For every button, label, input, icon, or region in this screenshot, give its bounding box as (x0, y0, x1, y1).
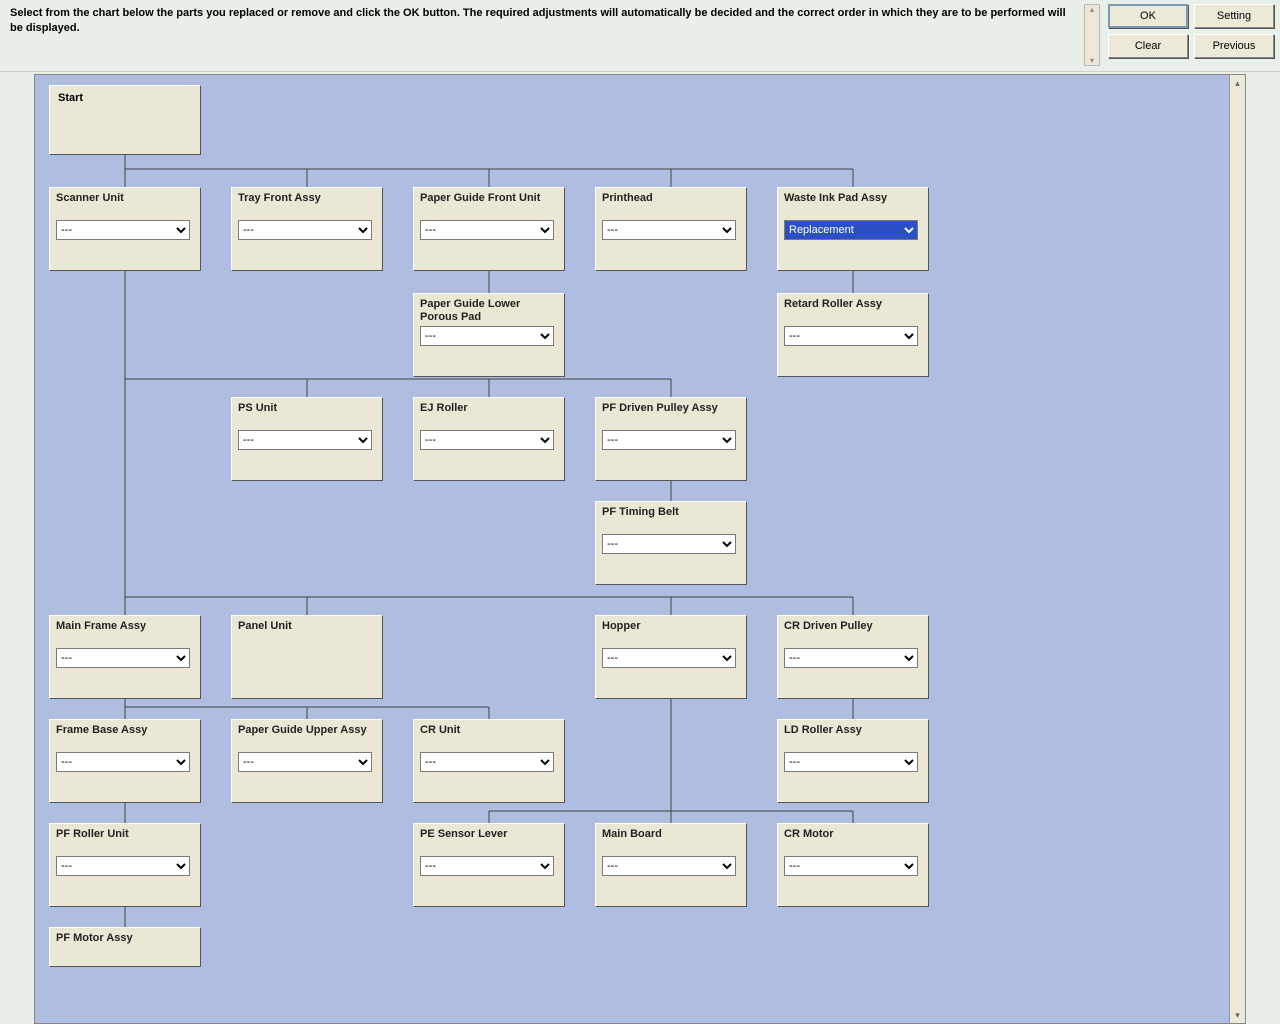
node-select[interactable]: --- (602, 430, 736, 450)
node-label: Paper Guide Lower Porous Pad (420, 298, 558, 326)
clear-button[interactable]: Clear (1108, 34, 1188, 58)
flowchart-canvas: Start Scanner Unit --- Tray Front Assy -… (34, 74, 1246, 1024)
node-label: Paper Guide Front Unit (420, 192, 558, 220)
node-select[interactable]: --- (602, 534, 736, 554)
button-row-top: OK Setting (1108, 4, 1274, 28)
node-panel-unit[interactable]: Panel Unit (231, 615, 383, 699)
setting-button[interactable]: Setting (1194, 4, 1274, 28)
node-label: PF Timing Belt (602, 506, 740, 534)
node-select[interactable]: --- (784, 752, 918, 772)
node-label: PE Sensor Lever (420, 828, 558, 856)
node-pf-roller-unit[interactable]: PF Roller Unit --- (49, 823, 201, 907)
node-cr-motor[interactable]: CR Motor --- (777, 823, 929, 907)
instruction-text: Select from the chart below the parts yo… (6, 4, 1084, 38)
node-select[interactable]: --- (602, 220, 736, 240)
previous-button[interactable]: Previous (1194, 34, 1274, 58)
node-frame-base-assy[interactable]: Frame Base Assy --- (49, 719, 201, 803)
node-select[interactable]: --- (56, 220, 190, 240)
node-select[interactable]: Replacement (784, 220, 918, 240)
node-label: CR Unit (420, 724, 558, 752)
node-select[interactable]: --- (56, 648, 190, 668)
button-row-bottom: Clear Previous (1108, 34, 1274, 58)
node-pf-timing-belt[interactable]: PF Timing Belt --- (595, 501, 747, 585)
node-label: Main Board (602, 828, 740, 856)
node-label: Scanner Unit (56, 192, 194, 220)
node-label: Main Frame Assy (56, 620, 194, 648)
node-select[interactable]: --- (238, 220, 372, 240)
node-select[interactable]: --- (238, 430, 372, 450)
scroll-down-icon[interactable]: ▾ (1090, 56, 1094, 65)
node-label: CR Motor (784, 828, 922, 856)
node-pf-motor-assy[interactable]: PF Motor Assy (49, 927, 201, 967)
instruction-area: Select from the chart below the parts yo… (6, 4, 1100, 68)
node-waste-ink-pad-assy[interactable]: Waste Ink Pad Assy Replacement (777, 187, 929, 271)
node-label: EJ Roller (420, 402, 558, 430)
node-label: Printhead (602, 192, 740, 220)
node-label: Panel Unit (238, 620, 376, 648)
node-label: PF Roller Unit (56, 828, 194, 856)
node-select[interactable]: --- (420, 220, 554, 240)
node-ej-roller[interactable]: EJ Roller --- (413, 397, 565, 481)
node-label: LD Roller Assy (784, 724, 922, 752)
node-main-frame-assy[interactable]: Main Frame Assy --- (49, 615, 201, 699)
node-paper-guide-lower-porous-pad[interactable]: Paper Guide Lower Porous Pad --- (413, 293, 565, 377)
node-select[interactable]: --- (238, 752, 372, 772)
node-main-board[interactable]: Main Board --- (595, 823, 747, 907)
node-label: Hopper (602, 620, 740, 648)
node-retard-roller-assy[interactable]: Retard Roller Assy --- (777, 293, 929, 377)
node-printhead[interactable]: Printhead --- (595, 187, 747, 271)
scroll-down-icon[interactable]: ▾ (1235, 1007, 1240, 1023)
node-select[interactable]: --- (602, 856, 736, 876)
node-select[interactable]: --- (56, 856, 190, 876)
node-label: PS Unit (238, 402, 376, 430)
node-label: Paper Guide Upper Assy (238, 724, 376, 752)
node-cr-driven-pulley[interactable]: CR Driven Pulley --- (777, 615, 929, 699)
node-scanner-unit[interactable]: Scanner Unit --- (49, 187, 201, 271)
node-select[interactable]: --- (420, 752, 554, 772)
node-select[interactable]: --- (420, 430, 554, 450)
node-label: PF Motor Assy (56, 932, 194, 960)
node-start[interactable]: Start (49, 85, 201, 155)
node-select[interactable]: --- (420, 326, 554, 346)
node-label: PF Driven Pulley Assy (602, 402, 740, 430)
node-select[interactable]: --- (420, 856, 554, 876)
node-hopper[interactable]: Hopper --- (595, 615, 747, 699)
node-paper-guide-upper-assy[interactable]: Paper Guide Upper Assy --- (231, 719, 383, 803)
header-bar: Select from the chart below the parts yo… (0, 0, 1280, 72)
ok-button[interactable]: OK (1108, 4, 1188, 28)
node-select[interactable]: --- (784, 648, 918, 668)
node-select[interactable]: --- (784, 856, 918, 876)
node-ld-roller-assy[interactable]: LD Roller Assy --- (777, 719, 929, 803)
node-label: Tray Front Assy (238, 192, 376, 220)
node-cr-unit[interactable]: CR Unit --- (413, 719, 565, 803)
node-label: CR Driven Pulley (784, 620, 922, 648)
node-select[interactable]: --- (602, 648, 736, 668)
node-ps-unit[interactable]: PS Unit --- (231, 397, 383, 481)
node-start-label: Start (58, 92, 83, 104)
node-label: Frame Base Assy (56, 724, 194, 752)
button-column: OK Setting Clear Previous (1100, 4, 1274, 58)
scroll-up-icon[interactable]: ▴ (1235, 75, 1240, 91)
canvas-scrollbar[interactable]: ▴ ▾ (1229, 75, 1245, 1023)
node-select[interactable]: --- (56, 752, 190, 772)
node-tray-front-assy[interactable]: Tray Front Assy --- (231, 187, 383, 271)
instruction-scrollbar[interactable]: ▴ ▾ (1084, 4, 1100, 66)
node-paper-guide-front-unit[interactable]: Paper Guide Front Unit --- (413, 187, 565, 271)
node-pf-driven-pulley-assy[interactable]: PF Driven Pulley Assy --- (595, 397, 747, 481)
node-pe-sensor-lever[interactable]: PE Sensor Lever --- (413, 823, 565, 907)
scroll-up-icon[interactable]: ▴ (1090, 5, 1094, 14)
node-select[interactable]: --- (784, 326, 918, 346)
node-label: Waste Ink Pad Assy (784, 192, 922, 220)
node-label: Retard Roller Assy (784, 298, 922, 326)
